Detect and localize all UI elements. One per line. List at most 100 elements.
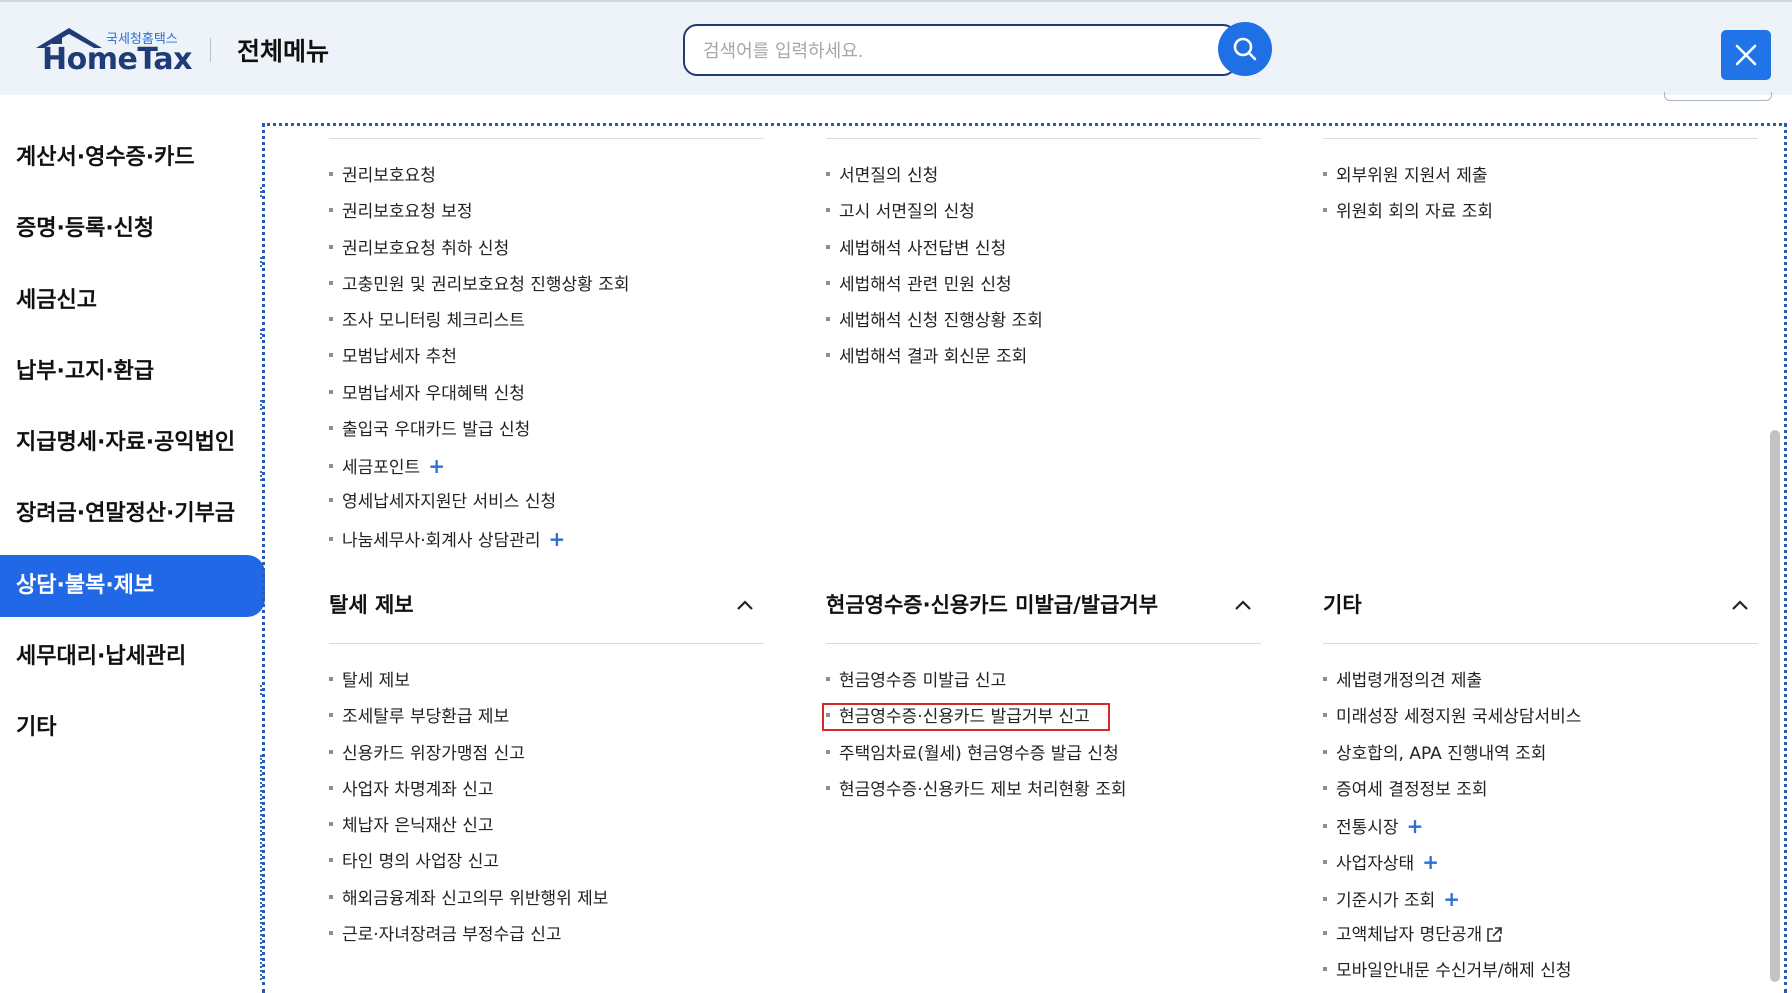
sidebar-item-agent[interactable]: 세무대리·납세관리 (0, 626, 265, 688)
bullet (329, 822, 333, 826)
section-title-report[interactable]: 탈세 제보 (329, 590, 414, 620)
bullet (1323, 172, 1327, 176)
bullet (329, 786, 333, 790)
menu-link[interactable]: 조사 모니터링 체크리스트 (329, 308, 525, 334)
close-button[interactable] (1721, 30, 1771, 80)
search-button[interactable] (1218, 22, 1272, 76)
menu-link[interactable]: 증여세 결정정보 조회 (1323, 777, 1488, 803)
menu-link[interactable]: 고시 서면질의 신청 (826, 199, 975, 225)
search-box (683, 24, 1237, 76)
menu-link[interactable]: 외부위원 지원서 제출 (1323, 163, 1488, 189)
menu-link-label: 위원회 회의 자료 조회 (1336, 202, 1493, 222)
menu-link-label: 해외금융계좌 신고의무 위반행위 제보 (342, 889, 609, 909)
menu-link-label: 권리보호요청 취하 신청 (342, 239, 510, 259)
bullet (826, 353, 830, 357)
menu-link-label: 고시 서면질의 신청 (839, 202, 975, 222)
menu-link-label: 고충민원 및 권리보호요청 진행상황 조회 (342, 275, 630, 295)
chevron-up-icon[interactable] (1233, 598, 1253, 612)
menu-link-label: 모바일안내문 수신거부/해제 신청 (1336, 961, 1572, 981)
menu-link[interactable]: 신용카드 위장가맹점 신고 (329, 741, 525, 767)
menu-link[interactable]: 사업자 차명계좌 신고 (329, 777, 494, 803)
menu-link[interactable]: 해외금융계좌 신고의무 위반행위 제보 (329, 886, 608, 912)
menu-link[interactable]: 현금영수증·신용카드 제보 처리현황 조회 (826, 777, 1127, 803)
menu-link[interactable]: 세법해석 사전답변 신청 (826, 236, 1006, 262)
menu-link[interactable]: 미래성장 세정지원 국세상담서비스 (1323, 704, 1581, 730)
menu-link-label: 세법령개정의견 제출 (1336, 671, 1483, 691)
sidebar-item-consult[interactable]: 상담·불복·제보 (0, 555, 265, 617)
section-title-etc[interactable]: 기타 (1323, 590, 1362, 620)
menu-link-label: 사업자 차명계좌 신고 (342, 780, 494, 800)
menu-link-label: 조세탈루 부당환급 제보 (342, 707, 510, 727)
search-input[interactable] (701, 34, 1145, 68)
bullet (329, 426, 333, 430)
scrollbar-thumb[interactable] (1770, 430, 1780, 982)
menu-link[interactable]: 영세납세자지원단 서비스 신청 (329, 489, 556, 515)
menu-link[interactable]: 고액체납자 명단공개 (1323, 922, 1503, 948)
sidebar-item-tax-report[interactable]: 세금신고 (0, 270, 265, 332)
menu-link[interactable]: 위원회 회의 자료 조회 (1323, 199, 1493, 225)
menu-link[interactable]: 현금영수증 미발급 신고 (826, 668, 1006, 694)
menu-link[interactable]: 모범납세자 추천 (329, 344, 457, 370)
expand-plus-icon[interactable]: + (1443, 887, 1460, 911)
menu-link-label: 서면질의 신청 (839, 166, 939, 186)
menu-link[interactable]: 세법령개정의견 제출 (1323, 668, 1482, 694)
menu-link[interactable]: 세법해석 결과 회신문 조회 (826, 344, 1027, 370)
menu-link[interactable]: 서면질의 신청 (826, 163, 938, 189)
menu-link[interactable]: 타인 명의 사업장 신고 (329, 849, 499, 875)
menu-link[interactable]: 권리보호요청 보정 (329, 199, 473, 225)
menu-link-label: 영세납세자지원단 서비스 신청 (342, 492, 557, 512)
menu-link[interactable]: 나눔세무사·회계사 상담관리 + (329, 526, 565, 552)
bullet (329, 498, 333, 502)
menu-link[interactable]: 세법해석 신청 진행상황 조회 (826, 308, 1043, 334)
menu-link[interactable]: 주택임차료(월세) 현금영수증 발급 신청 (826, 741, 1119, 767)
menu-link[interactable]: 사업자상태 + (1323, 849, 1439, 875)
sidebar-item-incentive[interactable]: 장려금·연말정산·기부금 (0, 483, 265, 545)
menu-link[interactable]: 전통시장 + (1323, 813, 1423, 839)
menu-link[interactable]: 조세탈루 부당환급 제보 (329, 704, 509, 730)
expand-plus-icon[interactable]: + (1422, 850, 1439, 874)
partial-button[interactable] (1664, 92, 1772, 101)
menu-link[interactable]: 출입국 우대카드 발급 신청 (329, 417, 530, 443)
sidebar-item-receipt-card[interactable]: 계산서·영수증·카드 (0, 127, 265, 189)
chevron-up-icon[interactable] (1730, 598, 1750, 612)
menu-link[interactable]: 모바일안내문 수신거부/해제 신청 (1323, 958, 1572, 984)
menu-link-label: 모범납세자 추천 (342, 347, 457, 367)
menu-link[interactable]: 체납자 은닉재산 신고 (329, 813, 494, 839)
menu-link[interactable]: 권리보호요청 취하 신청 (329, 236, 509, 262)
bullet (329, 713, 333, 717)
sidebar-item-etc[interactable]: 기타 (0, 697, 265, 759)
expand-plus-icon[interactable]: + (428, 454, 445, 478)
sidebar-item-statement[interactable]: 지급명세·자료·공익법인 (0, 412, 265, 474)
header: 국세청홈택스 HomeTax 전체메뉴 (0, 0, 1792, 95)
expand-plus-icon[interactable]: + (549, 527, 566, 551)
menu-link-label: 주택임차료(월세) 현금영수증 발급 신청 (839, 744, 1119, 764)
sidebar-item-certificate[interactable]: 증명·등록·신청 (0, 198, 265, 260)
column-divider (826, 138, 1261, 139)
sidebar: 계산서·영수증·카드 증명·등록·신청 세금신고 납부·고지·환급 지급명세·자… (0, 95, 265, 982)
menu-link-label: 나눔세무사·회계사 상담관리 (342, 531, 541, 551)
menu-link[interactable]: 기준시가 조회 + (1323, 886, 1460, 912)
menu-link[interactable]: 모범납세자 우대혜택 신청 (329, 381, 525, 407)
menu-link[interactable]: 근로·자녀장려금 부정수급 신고 (329, 922, 562, 948)
bullet (826, 750, 830, 754)
menu-link[interactable]: 상호합의, APA 진행내역 조회 (1323, 741, 1546, 767)
sidebar-item-payment[interactable]: 납부·고지·환급 (0, 341, 265, 403)
bullet (329, 537, 333, 541)
menu-link-label: 현금영수증 미발급 신고 (839, 671, 1007, 691)
chevron-up-icon[interactable] (735, 598, 755, 612)
expand-plus-icon[interactable]: + (1407, 814, 1424, 838)
section-title-receipt[interactable]: 현금영수증·신용카드 미발급/발급거부 (826, 590, 1158, 620)
hometax-logo[interactable]: 국세청홈택스 HomeTax (34, 24, 193, 77)
highlight-box (822, 703, 1110, 731)
menu-link-label: 신용카드 위장가맹점 신고 (342, 744, 525, 764)
menu-link-label: 상호합의, APA 진행내역 조회 (1336, 744, 1547, 764)
menu-link-label: 조사 모니터링 체크리스트 (342, 311, 525, 331)
menu-link[interactable]: 권리보호요청 (329, 163, 436, 189)
menu-link[interactable]: 고충민원 및 권리보호요청 진행상황 조회 (329, 272, 630, 298)
menu-link[interactable]: 탈세 제보 (329, 668, 410, 694)
menu-link-label: 고액체납자 명단공개 (1336, 925, 1483, 945)
bullet (826, 677, 830, 681)
bullet (1323, 677, 1327, 681)
menu-link[interactable]: 세법해석 관련 민원 신청 (826, 272, 1012, 298)
menu-link[interactable]: 세금포인트 + (329, 453, 445, 479)
